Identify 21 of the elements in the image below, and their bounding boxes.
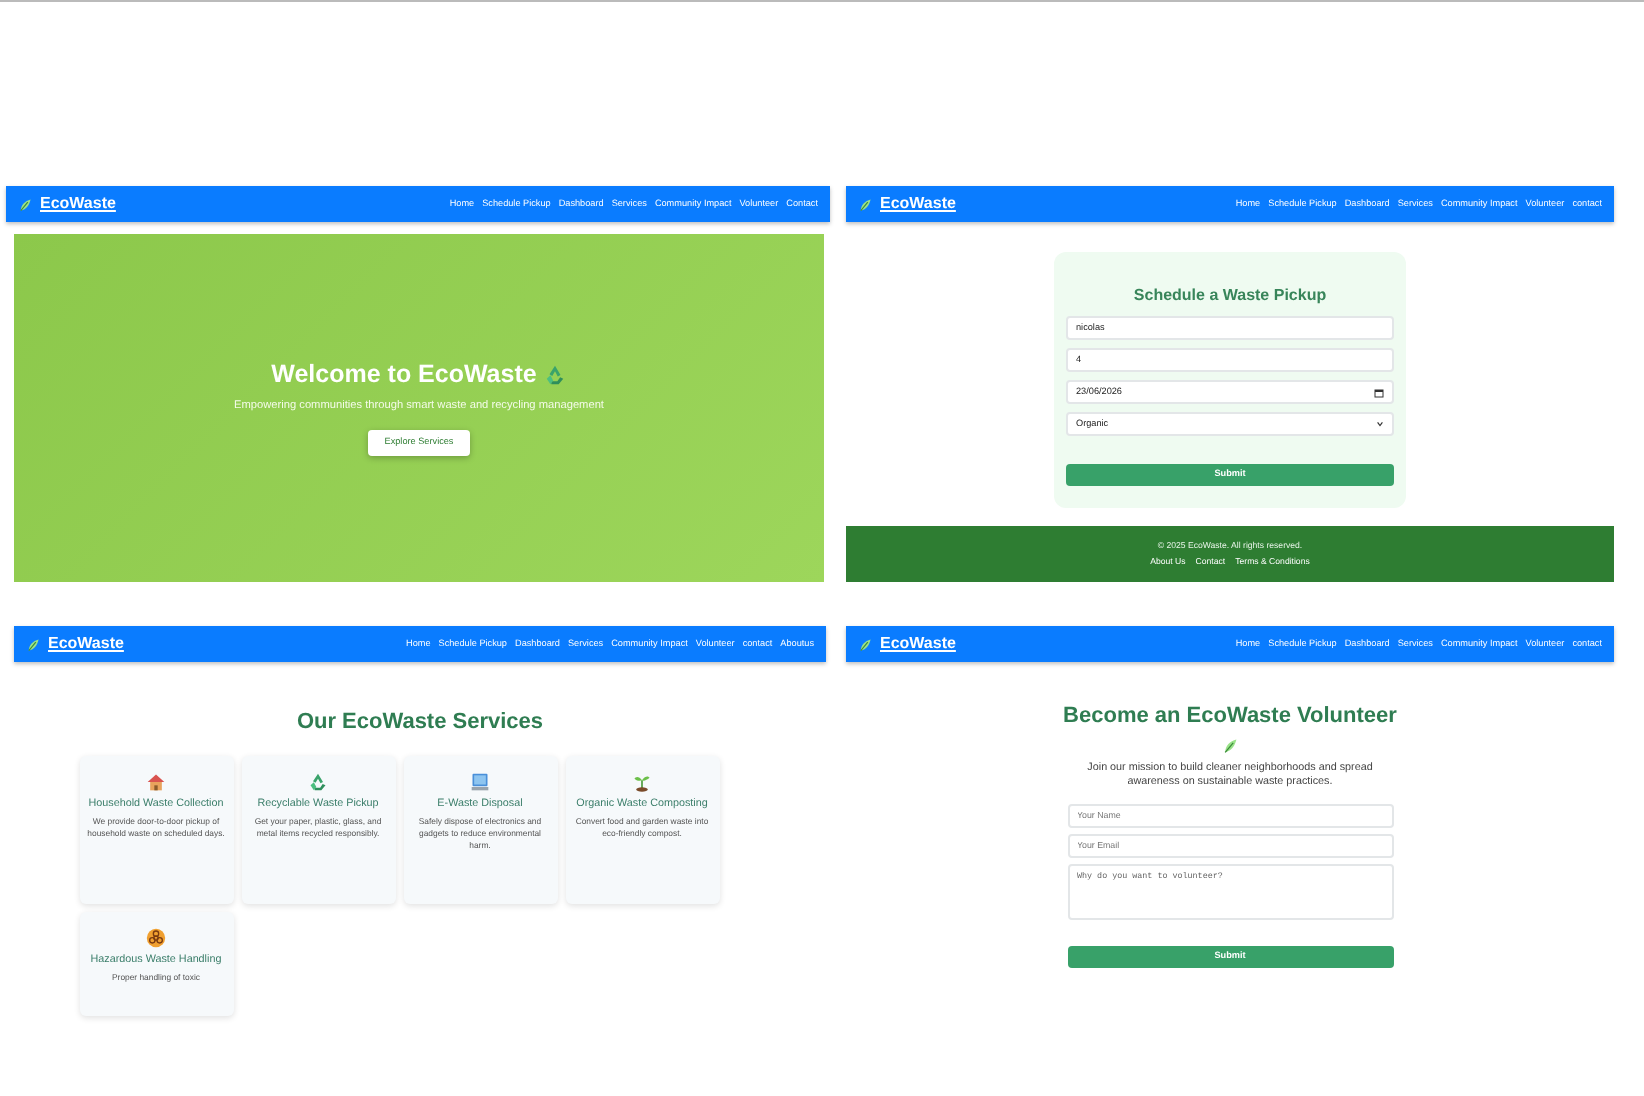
chevron-down-icon (1376, 420, 1384, 428)
page-title: Become an EcoWaste Volunteer (1061, 702, 1399, 732)
computer-icon (470, 771, 490, 791)
brand-link[interactable]: EcoWaste (880, 192, 956, 216)
hero-title: Welcome to EcoWaste (271, 359, 537, 390)
section-title: Our EcoWaste Services (294, 708, 546, 738)
brand-link[interactable]: EcoWaste (880, 632, 956, 656)
recycle-icon (544, 363, 567, 386)
leaf-icon (26, 637, 40, 651)
recycle-icon (308, 771, 328, 791)
sprout-icon (632, 771, 652, 791)
leaf-icon (18, 197, 32, 211)
biohazard-icon (146, 927, 166, 947)
leaf-icon (858, 197, 872, 211)
leaf-icon (1222, 737, 1238, 753)
form-title: Schedule a Waste Pickup (1131, 284, 1329, 308)
house-icon (146, 771, 166, 791)
leaf-icon (858, 637, 872, 651)
calendar-icon (1374, 387, 1384, 397)
brand-link[interactable]: EcoWaste (48, 632, 124, 656)
brand-link[interactable]: EcoWaste (40, 192, 116, 216)
